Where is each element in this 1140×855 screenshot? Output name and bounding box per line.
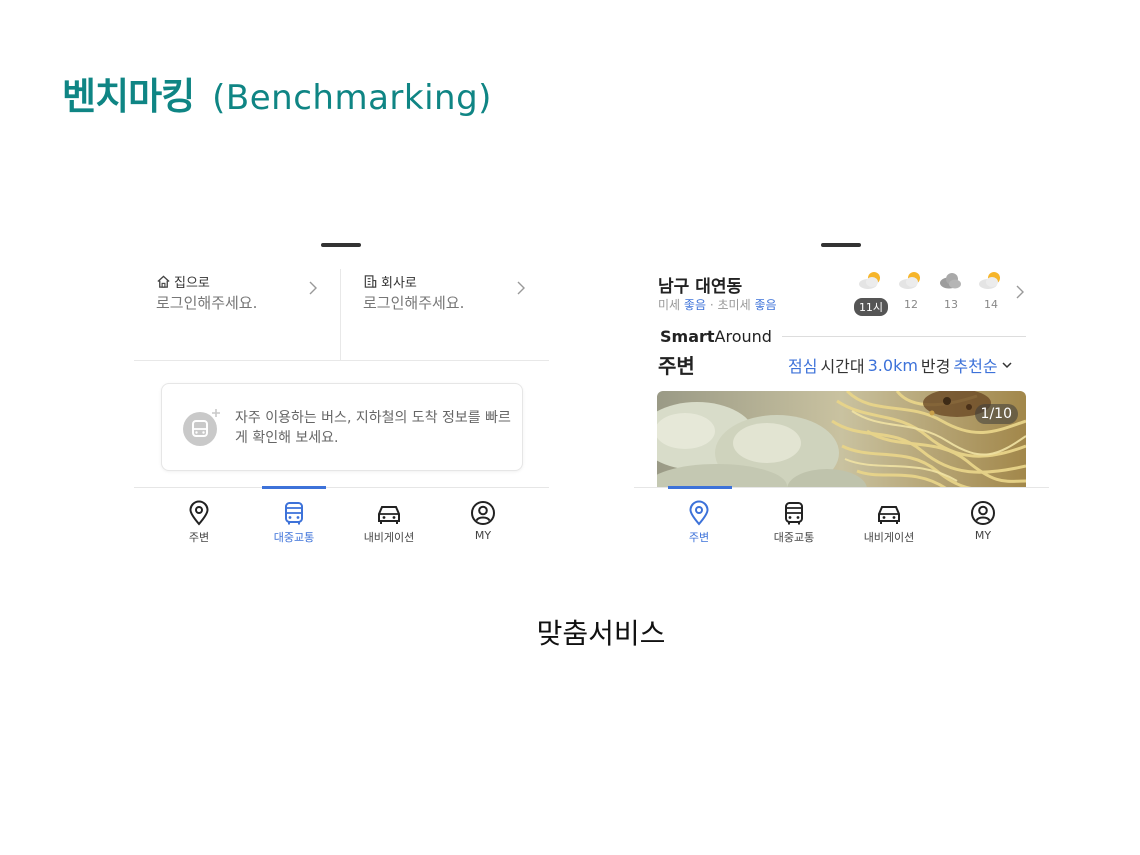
building-icon bbox=[364, 275, 377, 288]
divider bbox=[782, 336, 1026, 337]
time-filter[interactable]: 점심 bbox=[788, 353, 817, 377]
slide-title-korean: 벤치마킹 bbox=[62, 75, 195, 118]
chevron-right-icon bbox=[309, 281, 317, 295]
brand-light: Around bbox=[714, 327, 772, 346]
location-pin-icon bbox=[189, 500, 209, 526]
car-icon bbox=[878, 506, 900, 524]
sort-filter[interactable]: 추천순 bbox=[953, 353, 997, 377]
location-title[interactable]: 남구 대연동 bbox=[658, 272, 742, 297]
section-title: 주변 bbox=[658, 354, 695, 378]
slide-caption: 맞춤서비스 bbox=[536, 617, 666, 650]
smart-around-logo: SmartAround bbox=[660, 327, 772, 346]
slide-title: 벤치마킹 (Benchmarking) bbox=[62, 66, 492, 118]
tab-navigation[interactable]: 내비게이션 bbox=[841, 488, 937, 555]
nearby-screen: 남구 대연동 미세 좋음 · 초미세 좋음 11시 12 13 14 Smart… bbox=[634, 233, 1049, 555]
favorite-transit-card[interactable]: 자주 이용하는 버스, 지하철의 도착 정보를 빠르게 확인해 보세요. bbox=[161, 383, 523, 471]
tab-label: 대중교통 bbox=[773, 531, 815, 544]
photo-counter: 1/10 bbox=[974, 404, 1018, 424]
user-circle-icon bbox=[971, 501, 995, 525]
nearby-filter[interactable]: 점심 시간대 3.0km 반경 추천순 bbox=[788, 353, 1013, 377]
transit-screen: 집으로 로그인해주세요. 회사로 로그인해주세요. 자주 이용하는 버스, 지하… bbox=[134, 233, 549, 555]
tab-nearby[interactable]: 주변 bbox=[151, 488, 247, 555]
brand-bold: Smart bbox=[660, 327, 715, 346]
tab-transit[interactable]: 대중교통 bbox=[246, 488, 342, 555]
quick-route-row: 집으로 로그인해주세요. 회사로 로그인해주세요. bbox=[134, 269, 549, 361]
tab-label: MY bbox=[974, 529, 992, 542]
weather-time-label: 14 bbox=[984, 298, 998, 311]
sheet-drag-handle[interactable] bbox=[821, 243, 861, 247]
weather-time-label: 11시 bbox=[854, 298, 888, 316]
home-icon bbox=[157, 275, 170, 288]
air-quality-info: 미세 좋음 · 초미세 좋음 bbox=[658, 296, 777, 313]
bottom-tab-bar: 주변 대중교통 내비게이션 MY bbox=[134, 486, 549, 555]
radius-filter-suffix: 반경 bbox=[920, 357, 951, 376]
add-bus-icon bbox=[183, 409, 220, 446]
home-shortcut[interactable]: 집으로 로그인해주세요. bbox=[134, 269, 341, 361]
tab-label: 주변 bbox=[188, 531, 210, 544]
fine-dust-label: 미세 bbox=[658, 298, 681, 312]
office-shortcut-label: 회사로 bbox=[381, 276, 417, 291]
tab-label: 내비게이션 bbox=[863, 531, 915, 544]
weather-hour[interactable]: 12 bbox=[895, 269, 927, 319]
tab-navigation[interactable]: 내비게이션 bbox=[341, 488, 437, 555]
tab-label: 내비게이션 bbox=[363, 531, 415, 544]
weather-time-label: 13 bbox=[944, 298, 958, 311]
chevron-right-icon[interactable] bbox=[1013, 285, 1027, 299]
user-circle-icon bbox=[471, 501, 495, 525]
tab-label: 주변 bbox=[688, 531, 710, 544]
place-photo[interactable]: 1/10 bbox=[657, 391, 1026, 489]
location-pin-icon bbox=[689, 500, 709, 526]
chevron-down-icon bbox=[1002, 362, 1012, 369]
ultrafine-dust-value: 좋음 bbox=[754, 298, 777, 312]
weather-hour[interactable]: 14 bbox=[975, 269, 1007, 319]
tab-nearby[interactable]: 주변 bbox=[651, 488, 747, 555]
tab-my[interactable]: MY bbox=[435, 488, 531, 555]
bottom-tab-bar: 주변 대중교통 내비게이션 MY bbox=[634, 486, 1049, 555]
tab-my[interactable]: MY bbox=[935, 488, 1031, 555]
car-icon bbox=[378, 506, 400, 524]
sheet-drag-handle[interactable] bbox=[321, 243, 361, 247]
partly-sunny-icon bbox=[979, 272, 1000, 289]
weather-hour[interactable]: 11시 bbox=[854, 269, 888, 319]
cloud-icon bbox=[940, 273, 961, 289]
partly-sunny-icon bbox=[899, 272, 920, 289]
bus-icon bbox=[785, 502, 803, 525]
separator: · bbox=[709, 298, 714, 312]
tab-label: MY bbox=[474, 529, 492, 542]
radius-filter[interactable]: 3.0km bbox=[868, 356, 918, 375]
slide-title-english: (Benchmarking) bbox=[212, 78, 492, 118]
tab-transit[interactable]: 대중교통 bbox=[746, 488, 842, 555]
bus-icon bbox=[285, 502, 303, 525]
chevron-right-icon bbox=[517, 281, 525, 295]
ultrafine-dust-label: 초미세 bbox=[717, 298, 751, 312]
weather-hour[interactable]: 13 bbox=[935, 269, 967, 319]
tab-label: 대중교통 bbox=[273, 531, 315, 544]
partly-sunny-icon bbox=[859, 272, 880, 289]
home-login-prompt: 로그인해주세요. bbox=[156, 294, 258, 312]
home-shortcut-label: 집으로 bbox=[174, 276, 210, 291]
food-photo-dumplings-noodles bbox=[657, 391, 1026, 489]
office-shortcut[interactable]: 회사로 로그인해주세요. bbox=[341, 269, 548, 361]
fine-dust-value: 좋음 bbox=[683, 298, 707, 312]
time-filter-suffix: 시간대 bbox=[820, 357, 865, 376]
favorite-transit-prompt: 자주 이용하는 버스, 지하철의 도착 정보를 빠르게 확인해 보세요. bbox=[235, 410, 511, 446]
weather-time-label: 12 bbox=[904, 298, 918, 311]
office-login-prompt: 로그인해주세요. bbox=[363, 294, 465, 312]
